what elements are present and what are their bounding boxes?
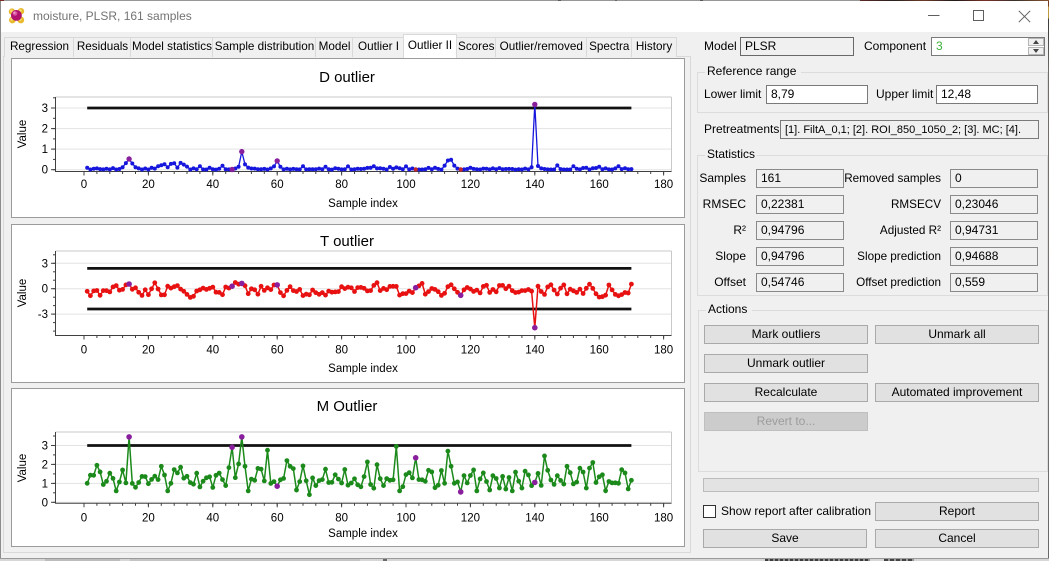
svg-text:20: 20 (142, 345, 155, 357)
svg-text:100: 100 (396, 513, 415, 525)
svg-text:140: 140 (525, 179, 544, 191)
svg-text:40: 40 (206, 179, 219, 191)
svg-text:60: 60 (271, 513, 284, 525)
svg-text:80: 80 (335, 513, 348, 525)
svg-text:-3: -3 (38, 309, 48, 321)
svg-text:180: 180 (654, 513, 673, 525)
svg-text:3: 3 (42, 103, 48, 115)
svg-text:140: 140 (525, 345, 544, 357)
svg-text:160: 160 (590, 513, 609, 525)
svg-text:0: 0 (81, 179, 87, 191)
svg-text:3: 3 (42, 441, 48, 453)
svg-text:0: 0 (81, 345, 87, 357)
svg-text:M Outlier: M Outlier (317, 398, 378, 415)
svg-text:60: 60 (271, 345, 284, 357)
svg-text:80: 80 (335, 179, 348, 191)
svg-text:Value: Value (17, 279, 29, 308)
svg-text:Sample index: Sample index (328, 363, 398, 375)
svg-text:Value: Value (17, 454, 29, 483)
svg-text:120: 120 (461, 513, 480, 525)
svg-text:Sample index: Sample index (328, 528, 398, 540)
svg-text:0: 0 (42, 284, 48, 296)
svg-text:T outlier: T outlier (320, 233, 374, 250)
svg-text:Sample index: Sample index (328, 198, 398, 210)
svg-text:100: 100 (396, 179, 415, 191)
svg-text:180: 180 (654, 345, 673, 357)
svg-text:80: 80 (335, 345, 348, 357)
svg-text:0: 0 (42, 165, 48, 177)
svg-text:0: 0 (42, 497, 48, 509)
svg-text:120: 120 (461, 179, 480, 191)
svg-text:Value: Value (17, 120, 29, 149)
svg-text:60: 60 (271, 179, 284, 191)
svg-text:0: 0 (81, 513, 87, 525)
svg-text:20: 20 (142, 179, 155, 191)
svg-text:20: 20 (142, 513, 155, 525)
svg-text:120: 120 (461, 345, 480, 357)
svg-text:100: 100 (396, 345, 415, 357)
svg-text:2: 2 (42, 124, 48, 136)
svg-text:40: 40 (206, 513, 219, 525)
svg-text:D outlier: D outlier (319, 69, 375, 86)
svg-text:2: 2 (42, 459, 48, 471)
svg-text:3: 3 (42, 258, 48, 270)
svg-text:160: 160 (590, 345, 609, 357)
svg-text:140: 140 (525, 513, 544, 525)
svg-text:1: 1 (42, 478, 48, 490)
svg-text:1: 1 (42, 144, 48, 156)
svg-text:40: 40 (206, 345, 219, 357)
